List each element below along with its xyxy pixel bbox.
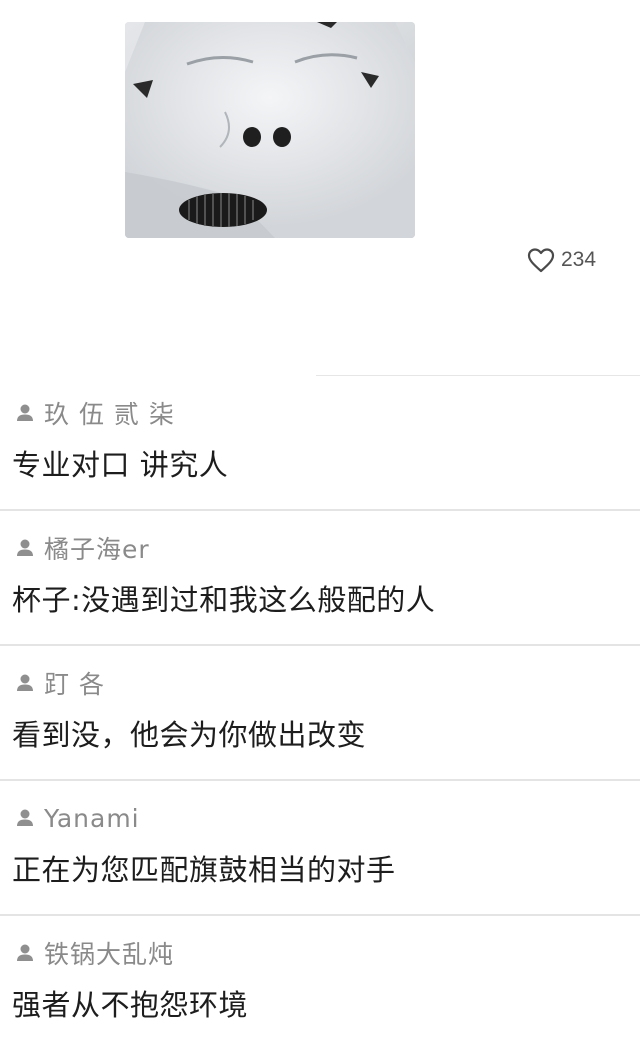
comment-text: 强者从不抱怨环境 <box>12 988 249 1022</box>
user-icon <box>14 402 36 424</box>
author-name: 铁锅大乱炖 <box>44 940 175 969</box>
comment-item[interactable]: 橘子海er 杯子:没遇到过和我这么般配的人 <box>0 511 640 646</box>
user-icon <box>14 807 36 829</box>
comment-item[interactable]: 铁锅大乱炖 强者从不抱怨环境 <box>0 916 640 1051</box>
like-count: 234 <box>561 248 597 271</box>
snow-face-picture <box>125 22 415 238</box>
comment-author[interactable]: 橘子海er <box>14 533 150 564</box>
comment-text: 看到没，他会为你做出改变 <box>12 718 367 752</box>
comment-author[interactable]: 䟓 各 <box>14 668 105 699</box>
comment-text: 专业对口 讲究人 <box>12 448 229 482</box>
user-icon <box>14 942 36 964</box>
author-name: 橘子海er <box>44 535 150 564</box>
post-header: 234 <box>0 0 640 376</box>
comment-text: 正在为您匹配旗鼓相当的对手 <box>12 853 396 887</box>
user-icon <box>14 537 36 559</box>
author-name: 䟓 各 <box>44 670 105 699</box>
comment-list: 玖 伍 贰 柒 专业对口 讲究人 橘子海er 杯子:没遇到过和我这么般配的人 䟓… <box>0 376 640 1051</box>
like-button[interactable]: 234 <box>527 245 596 275</box>
comment-author[interactable]: Yanami <box>14 803 140 833</box>
author-name: 玖 伍 贰 柒 <box>44 400 175 429</box>
comment-author[interactable]: 玖 伍 贰 柒 <box>14 398 175 429</box>
post-image[interactable] <box>125 22 415 238</box>
user-icon <box>14 672 36 694</box>
heart-outline-icon[interactable] <box>527 247 555 273</box>
comment-item[interactable]: 玖 伍 贰 柒 专业对口 讲究人 <box>0 376 640 511</box>
comment-item[interactable]: 䟓 各 看到没，他会为你做出改变 <box>0 646 640 781</box>
comment-author[interactable]: 铁锅大乱炖 <box>14 938 175 969</box>
author-name: Yanami <box>44 803 140 833</box>
comment-text: 杯子:没遇到过和我这么般配的人 <box>12 583 436 617</box>
comment-item[interactable]: Yanami 正在为您匹配旗鼓相当的对手 <box>0 781 640 916</box>
